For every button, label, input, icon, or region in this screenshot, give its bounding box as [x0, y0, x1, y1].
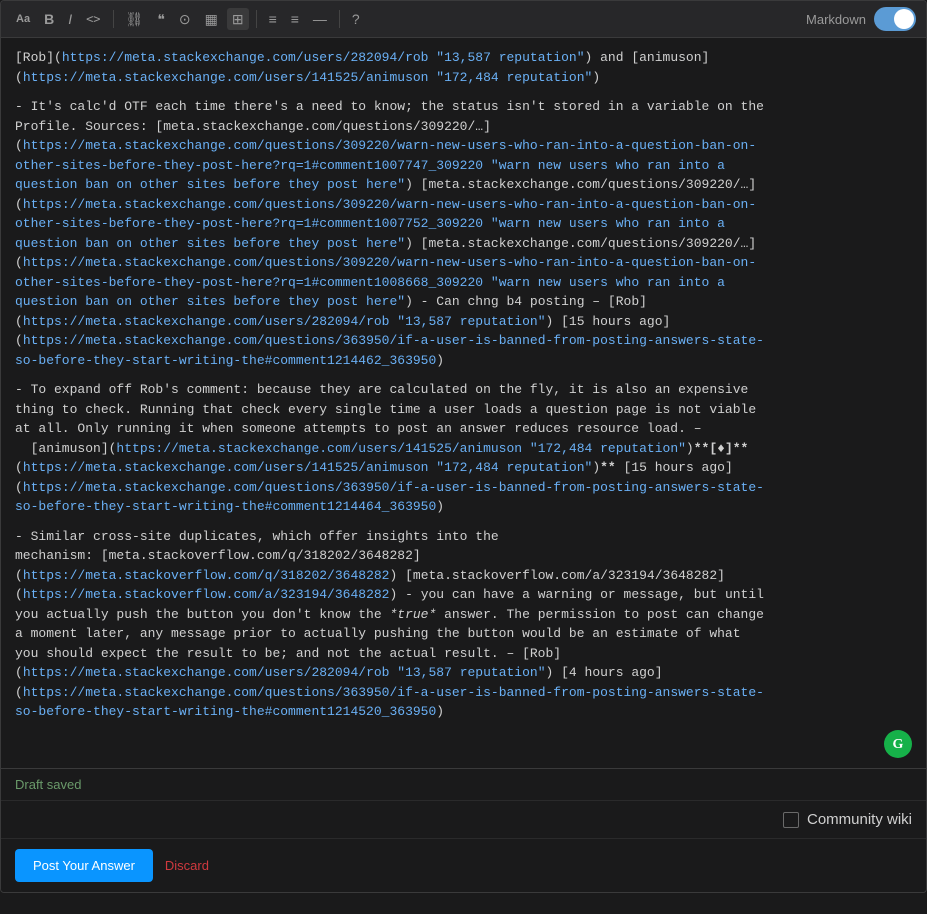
comment-link-2[interactable]: https://meta.stackexchange.com/questions…	[15, 480, 764, 515]
draft-status-bar: Draft saved	[1, 768, 926, 800]
discard-link[interactable]: Discard	[165, 858, 209, 873]
community-wiki-checkbox[interactable]	[783, 812, 799, 828]
ordered-list-button[interactable]: ≡	[264, 8, 282, 30]
content-line-4: - Similar cross-site duplicates, which o…	[15, 527, 912, 722]
comment-link-1[interactable]: https://meta.stackexchange.com/questions…	[15, 333, 764, 368]
content-line-3: - To expand off Rob's comment: because t…	[15, 380, 912, 517]
horizontal-rule-button[interactable]: ―	[308, 8, 332, 30]
animuson-link-2[interactable]: https://meta.stackexchange.com/users/141…	[116, 441, 686, 456]
draft-status-text: Draft saved	[15, 777, 81, 792]
grammarly-letter: G	[893, 734, 904, 755]
community-wiki-label[interactable]: Community wiki	[807, 811, 912, 828]
unordered-list-icon: ≡	[291, 12, 299, 26]
image-icon: ▦	[205, 12, 218, 26]
ordered-list-icon: ≡	[269, 12, 277, 26]
toolbar-divider-3	[339, 10, 340, 28]
so-link-2[interactable]: https://meta.stackoverflow.com/a/323194/…	[23, 587, 390, 602]
code-block-icon: ⊙	[179, 12, 191, 26]
help-icon: ?	[352, 12, 360, 26]
editor-container: Aa B I <> ⛓ ❝ ⊙ ▦ ⊞ ≡ ≡	[0, 0, 927, 893]
community-wiki-bar: Community wiki	[1, 800, 926, 838]
link-icon: ⛓	[126, 12, 144, 26]
editor-toolbar: Aa B I <> ⛓ ❝ ⊙ ▦ ⊞ ≡ ≡	[1, 1, 926, 38]
bold-icon: B	[44, 12, 54, 26]
markdown-toggle-container: Markdown	[806, 7, 916, 31]
comment-link-3[interactable]: https://meta.stackexchange.com/questions…	[15, 685, 764, 720]
horizontal-rule-icon: ―	[313, 12, 327, 26]
rob-link-3[interactable]: https://meta.stackexchange.com/users/282…	[23, 665, 546, 680]
help-button[interactable]: ?	[347, 8, 365, 30]
editor-body[interactable]: [Rob](https://meta.stackexchange.com/use…	[1, 38, 926, 768]
bottom-action-bar: Post Your Answer Discard	[1, 838, 926, 892]
post-answer-button[interactable]: Post Your Answer	[15, 849, 153, 882]
so-link-1[interactable]: https://meta.stackoverflow.com/q/318202/…	[23, 568, 390, 583]
bold-button[interactable]: B	[39, 8, 59, 30]
blockquote-icon: ❝	[157, 12, 165, 26]
animuson-link-3[interactable]: https://meta.stackexchange.com/users/141…	[23, 460, 593, 475]
toolbar-divider-2	[256, 10, 257, 28]
table-button[interactable]: ⊞	[227, 8, 249, 30]
italic-icon: I	[68, 12, 72, 26]
link-button[interactable]: ⛓	[121, 8, 149, 30]
toolbar-divider-1	[113, 10, 114, 28]
code-block-button[interactable]: ⊙	[174, 8, 196, 30]
code-inline-icon: <>	[86, 13, 100, 25]
heading-button[interactable]: Aa	[11, 10, 35, 29]
markdown-label: Markdown	[806, 12, 866, 27]
grammarly-icon[interactable]: G	[884, 730, 912, 758]
rob-link-1[interactable]: https://meta.stackexchange.com/users/282…	[62, 50, 585, 65]
blockquote-button[interactable]: ❝	[152, 8, 170, 30]
table-icon: ⊞	[232, 12, 244, 26]
unordered-list-button[interactable]: ≡	[286, 8, 304, 30]
heading-icon: Aa	[16, 14, 30, 25]
content-line-2: - It's calc'd OTF each time there's a ne…	[15, 97, 912, 370]
rob-link-2[interactable]: https://meta.stackexchange.com/users/282…	[23, 314, 546, 329]
markdown-toggle-switch[interactable]	[874, 7, 916, 31]
italic-button[interactable]: I	[63, 8, 77, 30]
content-line-1: [Rob](https://meta.stackexchange.com/use…	[15, 48, 912, 87]
image-button[interactable]: ▦	[200, 8, 223, 30]
animuson-link-1[interactable]: https://meta.stackexchange.com/users/141…	[23, 70, 593, 85]
code-inline-button[interactable]: <>	[81, 9, 105, 29]
